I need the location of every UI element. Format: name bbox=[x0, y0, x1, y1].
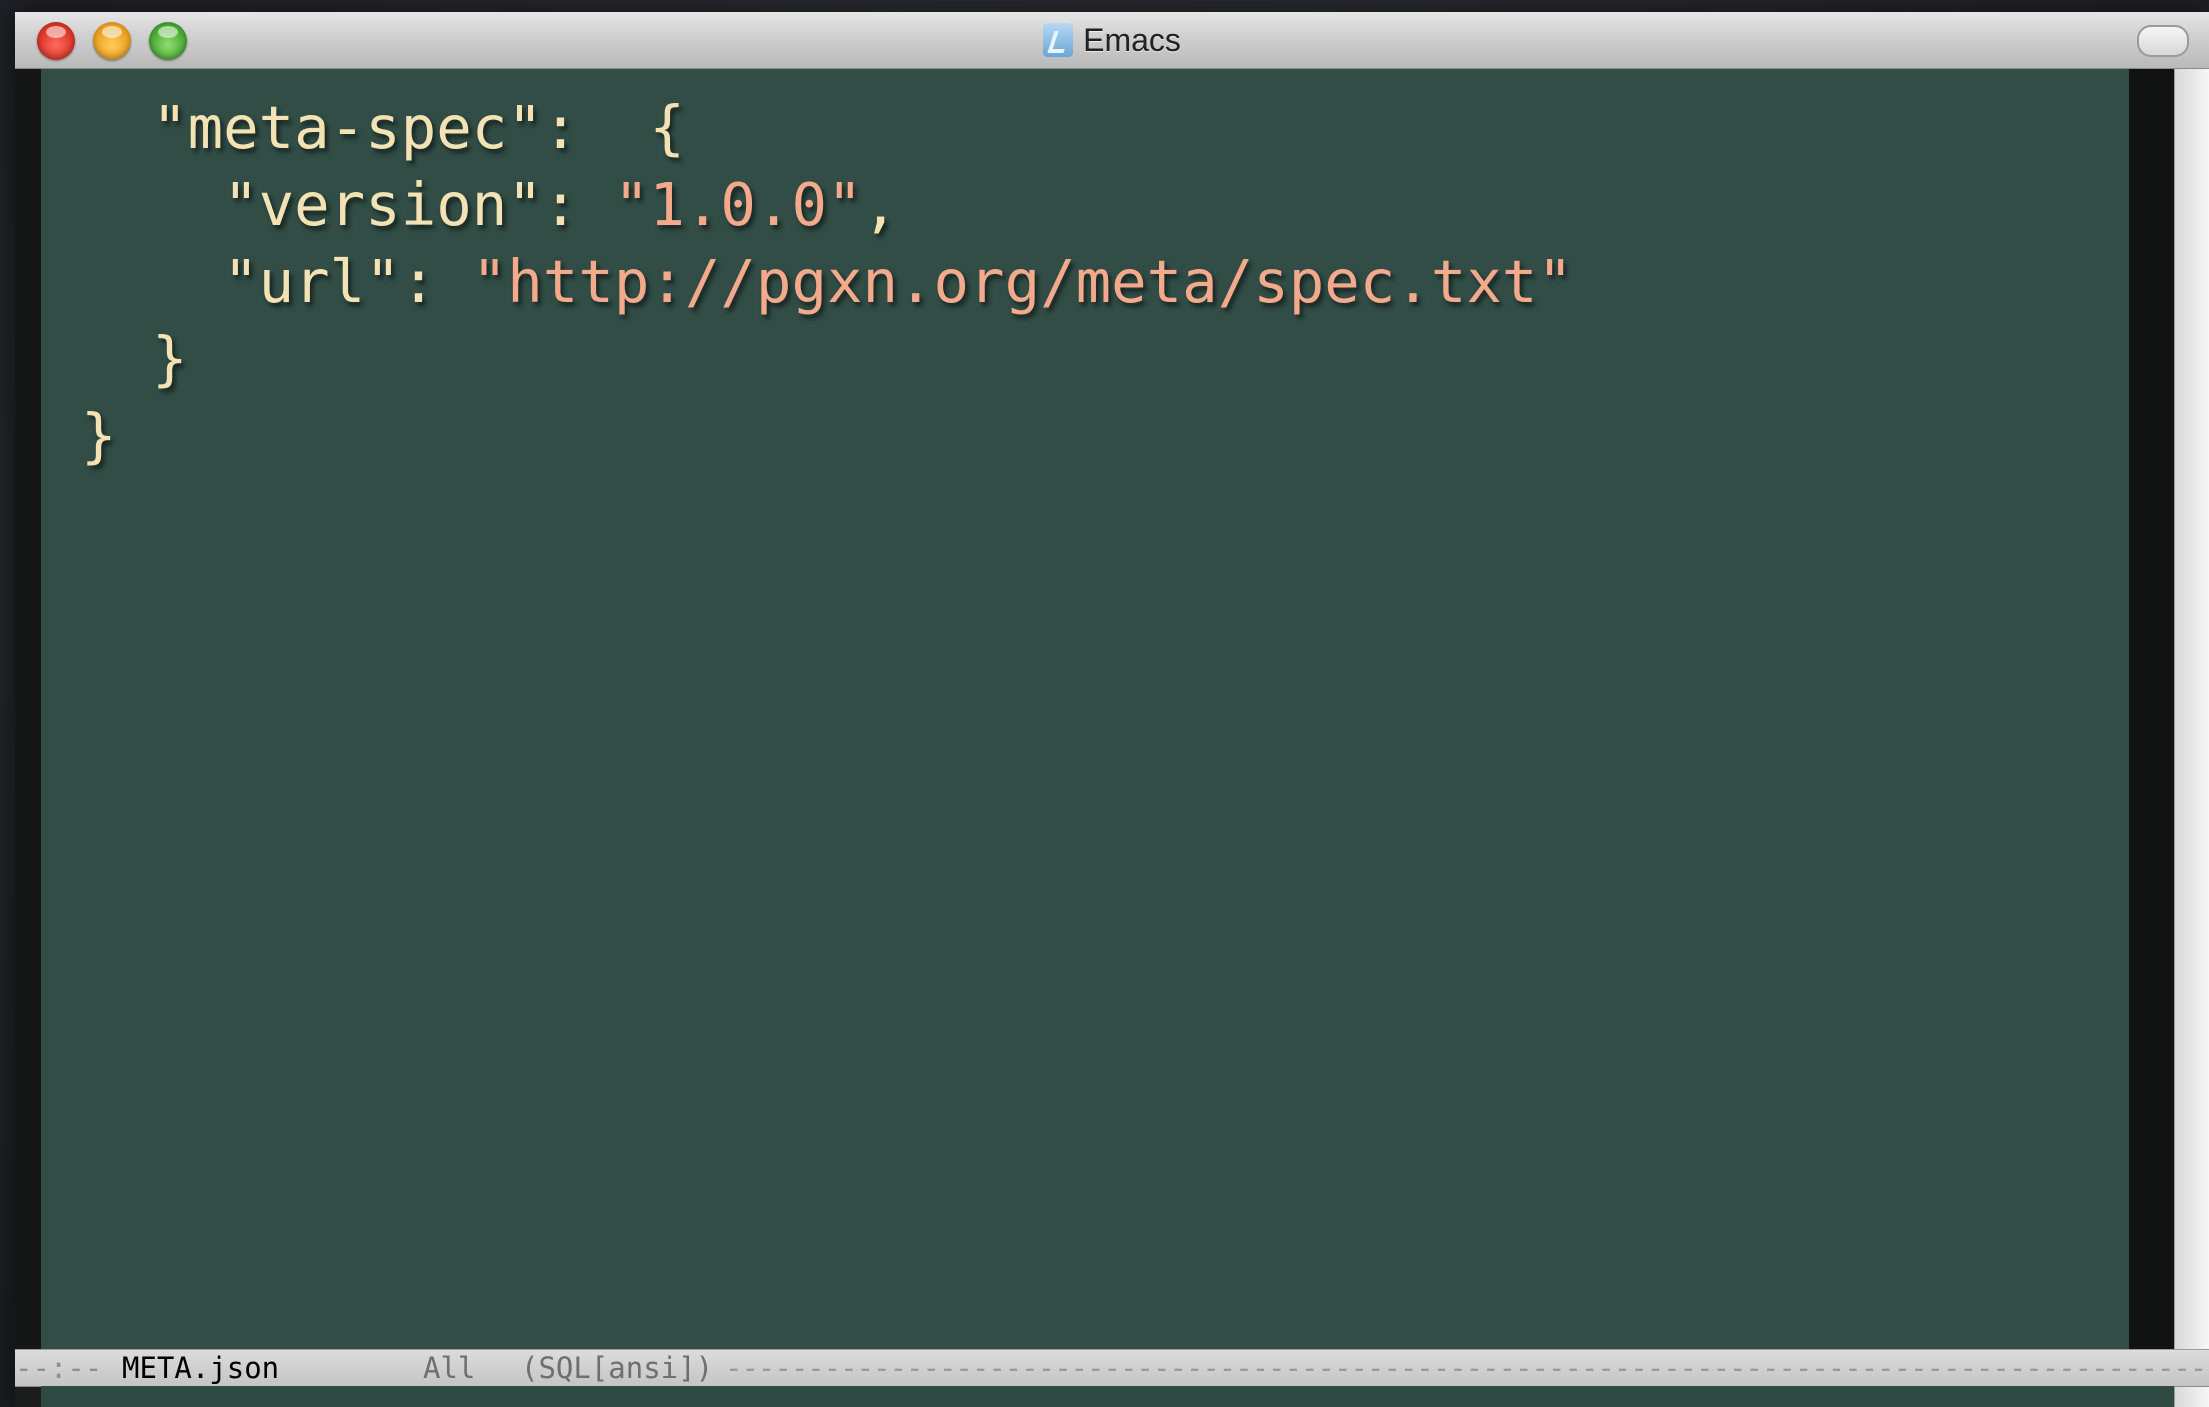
code-token: } bbox=[81, 401, 117, 470]
editor-buffer[interactable]: "meta-spec": { "version": "1.0.0", "url"… bbox=[41, 69, 2129, 1349]
string-token: "1.0.0" bbox=[613, 170, 863, 239]
window-title-group: Emacs bbox=[15, 12, 2209, 68]
code-token: "meta-spec" bbox=[152, 93, 543, 162]
minibuffer[interactable] bbox=[41, 1386, 2174, 1407]
modeline-major-mode[interactable]: (SQL[ansi]) bbox=[521, 1350, 713, 1386]
string-token: "http://pgxn.org/meta/spec.txt" bbox=[471, 247, 1573, 316]
code-token: : bbox=[542, 170, 614, 239]
code-line[interactable]: "url": "http://pgxn.org/meta/spec.txt" bbox=[81, 243, 1573, 320]
modeline-position: All bbox=[423, 1351, 476, 1385]
code-line[interactable]: "meta-spec": { bbox=[81, 89, 1573, 166]
window-title: Emacs bbox=[1083, 21, 1181, 58]
code-token: , bbox=[862, 170, 899, 239]
left-fringe bbox=[15, 69, 41, 1349]
code-token: "url" bbox=[223, 247, 401, 316]
code-line[interactable]: } bbox=[81, 320, 1573, 397]
code-line[interactable]: "version": "1.0.0", bbox=[81, 166, 1573, 243]
mode-line: --:-- META.json All (SQL[ansi]) --------… bbox=[15, 1349, 2209, 1387]
code-token: : bbox=[400, 247, 472, 316]
code-token: "version" bbox=[223, 170, 543, 239]
modeline-status: --:-- bbox=[15, 1351, 103, 1385]
emacs-app-icon bbox=[1043, 23, 1074, 57]
modeline-filler: ----------------------------------------… bbox=[725, 1351, 2209, 1385]
title-bar[interactable]: Emacs bbox=[15, 12, 2209, 69]
vertical-scrollbar[interactable] bbox=[2174, 69, 2209, 1407]
code-token: : { bbox=[542, 93, 685, 162]
emacs-window: Emacs "meta-spec": { "version": "1.0.0",… bbox=[15, 12, 2209, 1407]
modeline-buffer-name[interactable]: META.json bbox=[122, 1350, 279, 1386]
right-fringe bbox=[2129, 69, 2174, 1349]
code-text[interactable]: "meta-spec": { "version": "1.0.0", "url"… bbox=[81, 89, 1573, 474]
code-token: } bbox=[81, 324, 188, 393]
code-line[interactable]: } bbox=[81, 397, 1573, 474]
toolbar-toggle-button[interactable] bbox=[2137, 25, 2189, 57]
